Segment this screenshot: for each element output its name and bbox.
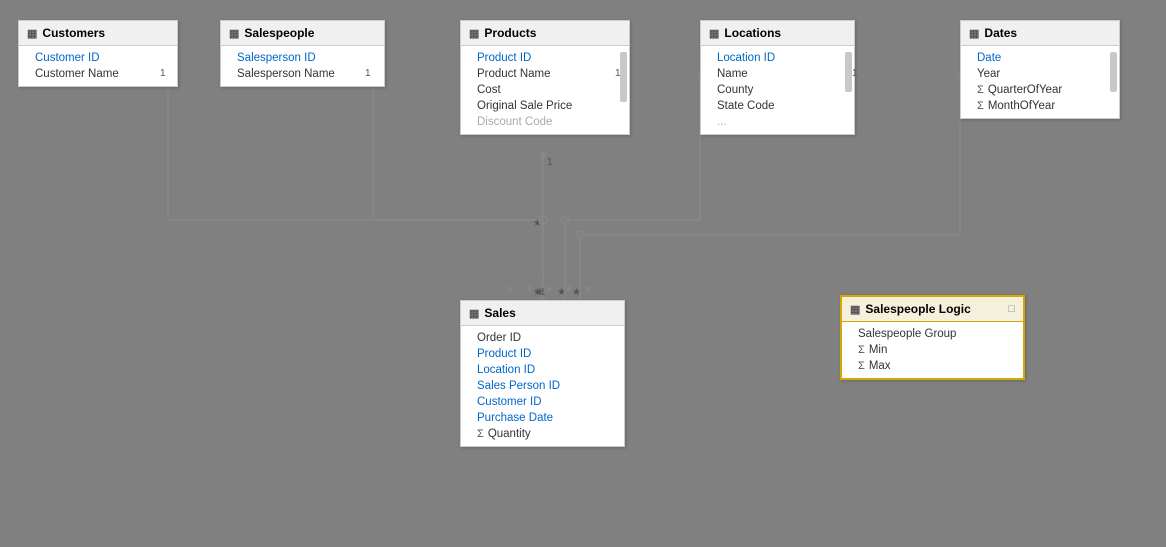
locations-table: ▦ Locations Location ID Name County Stat… [700,20,855,135]
list-item: Name [701,66,854,82]
salespeople-logic-body: Salespeople Group Σ Min Σ Max [842,322,1023,378]
table-icon: ▦ [469,307,479,320]
salespeople-title: Salespeople [244,26,314,40]
salespeople-logic-header: ▦ Salespeople Logic □ [842,297,1023,322]
list-item: Salesperson Name [221,66,384,82]
svg-text:1: 1 [547,157,553,168]
list-item: Purchase Date [461,410,624,426]
salespeople-table: ▦ Salespeople Salesperson ID Salesperson… [220,20,385,87]
sigma-icon: Σ [977,100,984,112]
table-icon: ▦ [850,303,860,316]
dates-table-header: ▦ Dates [961,21,1119,46]
sales-table-body: Order ID Product ID Location ID Sales Pe… [461,326,624,446]
sigma-icon: Σ [477,428,484,440]
products-table: ▦ Products Product ID Product Name Cost … [460,20,630,135]
customers-table-header: ▦ Customers [19,21,177,46]
table-icon: ▦ [469,27,479,40]
list-item: Salesperson ID [221,50,384,66]
list-item: Year [961,66,1119,82]
table-icon: ▦ [27,27,37,40]
list-item: Product ID [461,346,624,362]
salespeople-logic-table: ▦ Salespeople Logic □ Salespeople Group … [840,295,1025,380]
list-item: Σ Min [842,342,1023,358]
rel-label: 1 [160,68,166,79]
locations-table-header: ▦ Locations [701,21,854,46]
locations-title: Locations [724,26,781,40]
list-item: Σ Max [842,358,1023,374]
list-item: ... [701,114,854,130]
list-item: Order ID [461,330,624,346]
salespeople-logic-title: Salespeople Logic [865,302,970,316]
rel-label: 1 [365,68,371,79]
list-item: Salespeople Group [842,326,1023,342]
sigma-icon: Σ [858,344,865,356]
dates-table: ▦ Dates Date Year Σ QuarterOfYear Σ Mont… [960,20,1120,119]
zero-one-label: ○ [537,270,544,284]
customers-table: ▦ Customers Customer ID Customer Name [18,20,178,87]
svg-text:★: ★ [533,218,542,229]
list-item: Customer ID [461,394,624,410]
locations-table-body: Location ID Name County State Code ... [701,46,854,134]
logic-badge: □ [1008,303,1015,315]
table-icon: ▦ [709,27,719,40]
list-item: Location ID [701,50,854,66]
salespeople-table-header: ▦ Salespeople [221,21,384,46]
list-item: State Code [701,98,854,114]
list-item: County [701,82,854,98]
dates-table-body: Date Year Σ QuarterOfYear Σ MonthOfYear [961,46,1119,118]
list-item: Σ MonthOfYear [961,98,1119,114]
sigma-icon: Σ [858,360,865,372]
list-item: Location ID [461,362,624,378]
products-table-header: ▦ Products [461,21,629,46]
customers-title: Customers [42,26,105,40]
salespeople-table-body: Salesperson ID Salesperson Name [221,46,384,86]
many-labels: ★ ★ ★ ★ ★ [505,284,597,295]
list-item: Cost [461,82,629,98]
list-item: Sales Person ID [461,378,624,394]
list-item: Product ID [461,50,629,66]
list-item: Σ QuarterOfYear [961,82,1119,98]
list-item: Original Sale Price [461,98,629,114]
customers-table-body: Customer ID Customer Name [19,46,177,86]
table-icon: ▦ [969,27,979,40]
sales-title: Sales [484,306,515,320]
sigma-icon: Σ [977,84,984,96]
list-item: Customer Name [19,66,177,82]
sales-table: ▦ Sales Order ID Product ID Location ID … [460,300,625,447]
list-item: Customer ID [19,50,177,66]
table-icon: ▦ [229,27,239,40]
list-item: Σ Quantity [461,426,624,442]
dates-title: Dates [984,26,1017,40]
products-table-body: Product ID Product Name Cost Original Sa… [461,46,629,134]
rel-label: 1 [852,68,858,79]
list-item: Discount Code [461,114,629,130]
rel-label: 1 [615,68,621,79]
products-title: Products [484,26,536,40]
sales-table-header: ▦ Sales [461,301,624,326]
list-item: Date [961,50,1119,66]
list-item: Product Name [461,66,629,82]
